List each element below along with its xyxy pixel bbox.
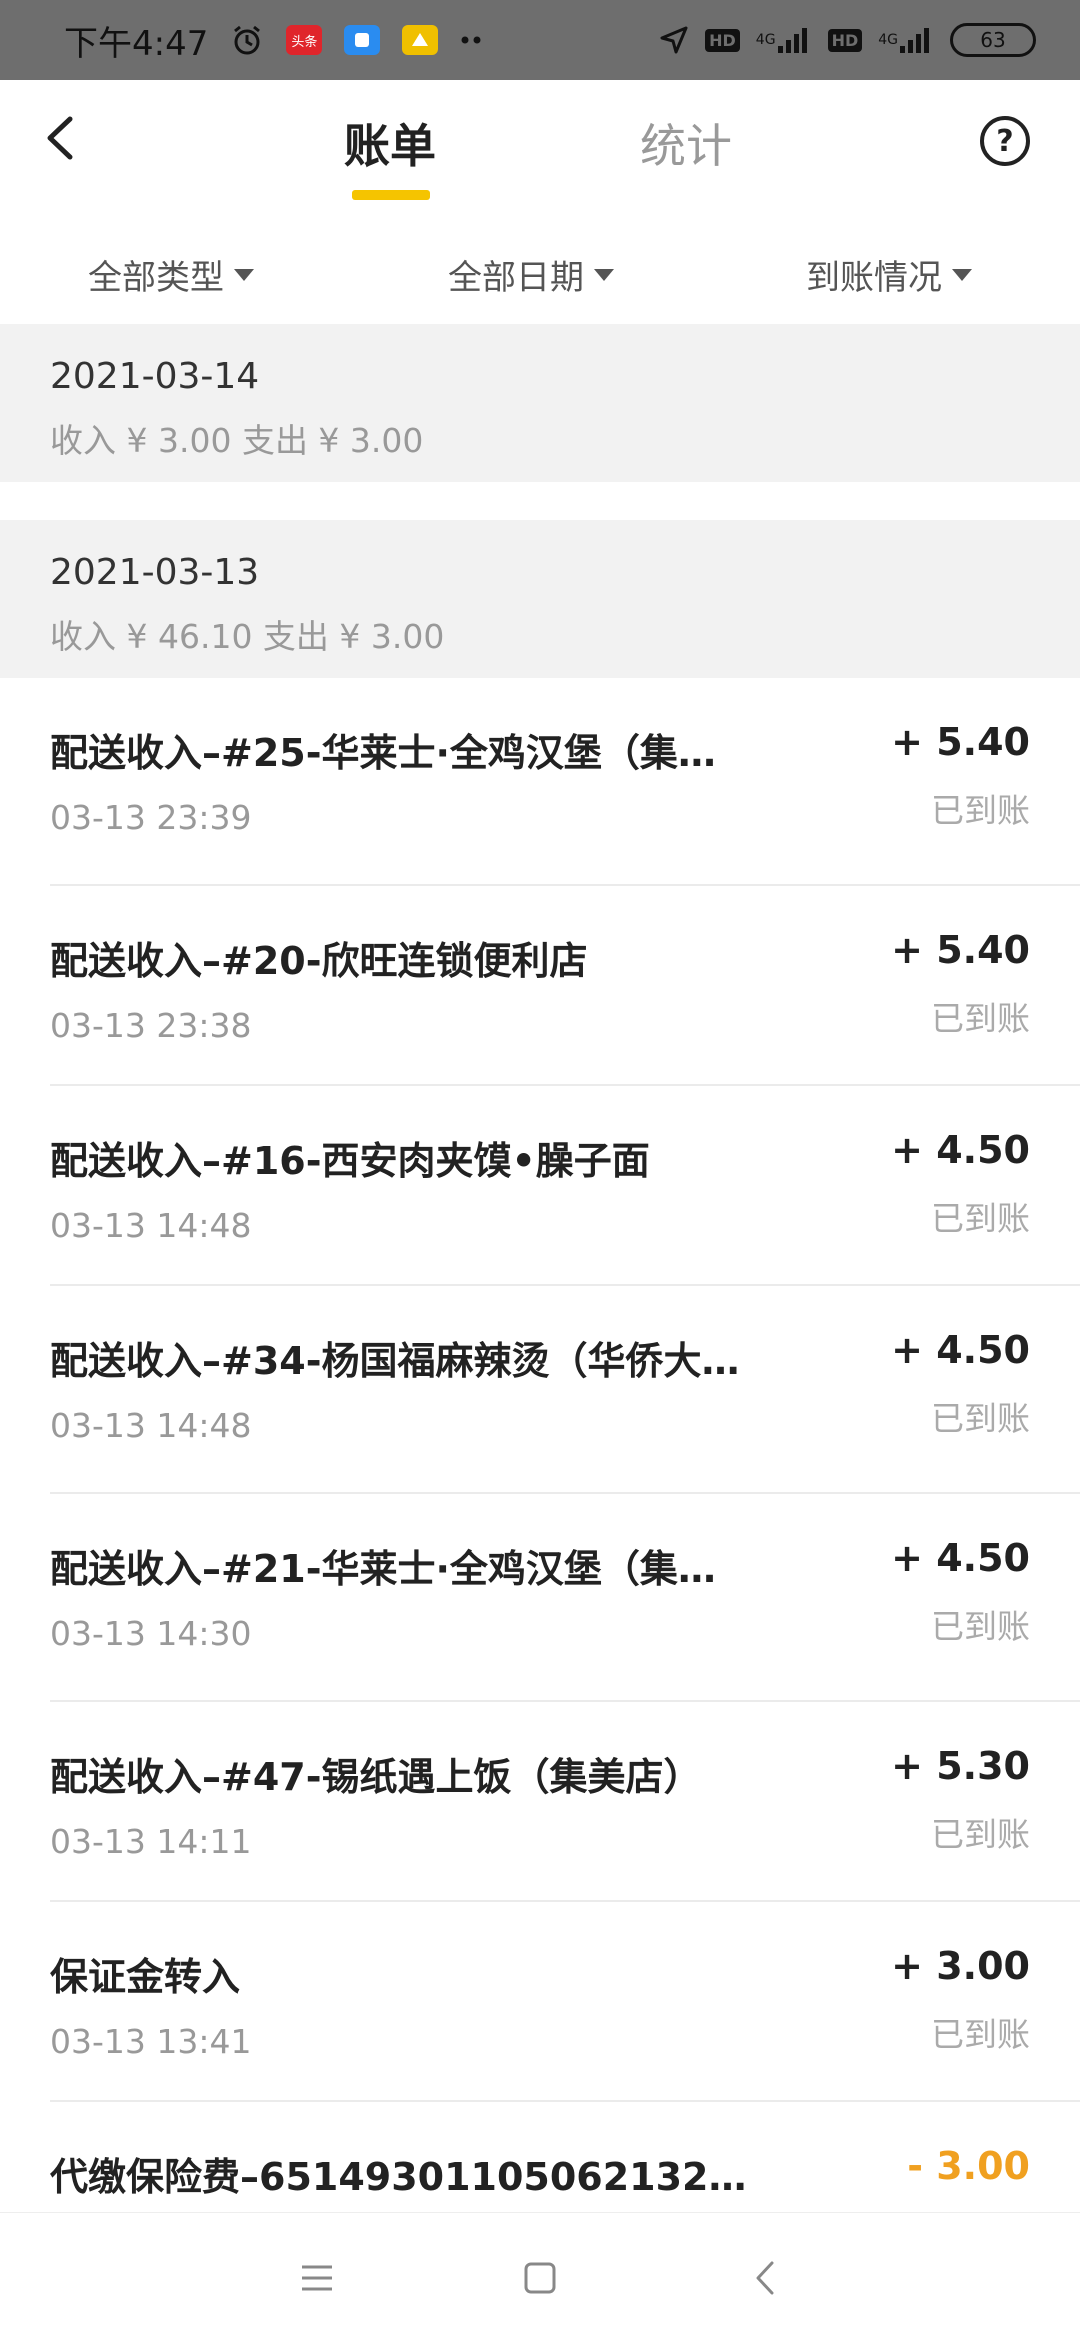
transaction-status: 已到账 (931, 1607, 1030, 1646)
transaction-amount: + 3.00 (891, 1944, 1030, 1988)
question-mark-icon: ? (996, 123, 1014, 159)
yellow-app-icon (402, 25, 439, 55)
day-date: 2021-03-14 (50, 356, 260, 397)
system-nav-bar (0, 2212, 1080, 2340)
transaction-row[interactable]: 配送收入–#21-华莱士·全鸡汉堡（集… 03-13 14:30 + 4.50 … (0, 1494, 1080, 1702)
transaction-time: 03-13 13:41 (50, 2022, 252, 2061)
transaction-title: 配送收入–#25-华莱士·全鸡汉堡（集… (50, 731, 716, 775)
transaction-status: 已到账 (931, 2015, 1030, 2054)
day-date: 2021-03-13 (50, 552, 260, 593)
status-bar: 下午4:47 头条 HD 4G HD 4G 63 (0, 0, 1080, 80)
transaction-amount: + 5.40 (891, 928, 1030, 972)
transaction-time: 03-13 14:11 (50, 1822, 252, 1861)
transaction-row[interactable]: 配送收入–#25-华莱士·全鸡汉堡（集… 03-13 23:39 + 5.40 … (0, 678, 1080, 886)
filter-date-dropdown[interactable]: 全部日期 (448, 250, 614, 299)
blue-app-icon (344, 25, 381, 55)
transaction-title: 配送收入–#16-西安肉夹馍•臊子面 (50, 1139, 650, 1183)
transaction-row[interactable]: 保证金转入 03-13 13:41 + 3.00 已到账 (0, 1902, 1080, 2102)
caret-down-icon (952, 268, 972, 281)
recent-apps-button[interactable] (292, 2253, 342, 2303)
transaction-amount: + 5.30 (891, 1744, 1030, 1788)
signal-icon-1: 4G (756, 26, 812, 54)
caret-down-icon (234, 268, 254, 281)
menu-icon (302, 2265, 332, 2291)
transaction-title: 配送收入–#47-锡纸遇上饭（集美店） (50, 1755, 702, 1799)
tab-stats[interactable]: 统计 (640, 110, 732, 176)
transaction-time: 03-13 23:38 (50, 1006, 252, 1045)
status-right: HD 4G HD 4G 63 (659, 23, 1036, 57)
toutiao-app-icon: 头条 (286, 25, 323, 55)
transaction-time: 03-13 14:48 (50, 1406, 252, 1445)
filter-type-label: 全部类型 (88, 258, 224, 298)
transaction-time: 03-13 14:30 (50, 1614, 252, 1653)
transaction-status: 已到账 (931, 1199, 1030, 1238)
filter-date-label: 全部日期 (448, 258, 584, 298)
caret-down-icon (594, 268, 614, 281)
transaction-amount: + 5.40 (891, 720, 1030, 764)
transaction-amount: + 4.50 (891, 1536, 1030, 1580)
square-icon (524, 2262, 556, 2294)
hd-badge: HD (705, 28, 740, 52)
more-notifications-icon (460, 35, 484, 45)
day-summary: 收入 ¥ 3.00 支出 ¥ 3.00 (50, 421, 424, 460)
transaction-status: 已到账 (931, 1815, 1030, 1854)
transaction-time: 03-13 23:39 (50, 798, 252, 837)
transaction-status: 已到账 (931, 999, 1030, 1038)
day-group-header[interactable]: 2021-03-13 收入 ¥ 46.10 支出 ¥ 3.00 (0, 520, 1080, 678)
transaction-amount: + 4.50 (891, 1128, 1030, 1172)
transaction-title: 代缴保险费–6514930110506213288… (50, 2155, 770, 2199)
status-time: 下午4:47 (64, 23, 209, 64)
filter-status-label: 到账情况 (806, 258, 942, 298)
transaction-row[interactable]: 配送收入–#20-欣旺连锁便利店 03-13 23:38 + 5.40 已到账 (0, 886, 1080, 1086)
transaction-time: 03-13 14:48 (50, 1206, 252, 1245)
transaction-title: 配送收入–#20-欣旺连锁便利店 (50, 939, 588, 983)
transaction-amount: - 3.00 (907, 2144, 1030, 2188)
system-back-button[interactable] (740, 2253, 790, 2303)
transaction-row[interactable]: 配送收入–#16-西安肉夹馍•臊子面 03-13 14:48 + 4.50 已到… (0, 1086, 1080, 1286)
transaction-list: 配送收入–#25-华莱士·全鸡汉堡（集… 03-13 23:39 + 5.40 … (0, 678, 1080, 2302)
location-icon (659, 25, 689, 55)
app-header: 账单 统计 ? (0, 80, 1080, 210)
hd-badge-2: HD (827, 28, 863, 52)
transaction-amount: + 4.50 (891, 1328, 1030, 1372)
signal-icon-2: 4G (878, 26, 934, 54)
transaction-status: 已到账 (931, 791, 1030, 830)
help-button[interactable]: ? (980, 116, 1030, 166)
alarm-icon (230, 23, 264, 57)
tab-bill[interactable]: 账单 (344, 110, 436, 176)
transaction-title: 配送收入–#34-杨国福麻辣烫（华侨大… (50, 1339, 740, 1383)
filter-type-dropdown[interactable]: 全部类型 (88, 250, 254, 299)
day-group-header[interactable]: 2021-03-14 收入 ¥ 3.00 支出 ¥ 3.00 (0, 324, 1080, 482)
network-label-2: 4G (878, 32, 898, 48)
status-left: 下午4:47 头条 (64, 16, 484, 65)
transaction-title: 配送收入–#21-华莱士·全鸡汉堡（集… (50, 1547, 716, 1591)
transaction-row[interactable]: 配送收入–#47-锡纸遇上饭（集美店） 03-13 14:11 + 5.30 已… (0, 1702, 1080, 1902)
back-button[interactable] (30, 108, 90, 168)
day-summary: 收入 ¥ 46.10 支出 ¥ 3.00 (50, 617, 445, 656)
filter-bar: 全部类型 全部日期 到账情况 (0, 230, 1080, 316)
chevron-left-icon (47, 116, 73, 160)
filter-status-dropdown[interactable]: 到账情况 (806, 250, 972, 299)
transaction-status: 已到账 (931, 1399, 1030, 1438)
chevron-left-icon (756, 2261, 774, 2295)
network-label-1: 4G (755, 32, 776, 48)
battery-indicator: 63 (950, 23, 1036, 57)
transaction-title: 保证金转入 (50, 1955, 241, 1999)
home-button[interactable] (515, 2253, 565, 2303)
transaction-row[interactable]: 配送收入–#34-杨国福麻辣烫（华侨大… 03-13 14:48 + 4.50 … (0, 1286, 1080, 1494)
active-tab-indicator (352, 190, 430, 200)
